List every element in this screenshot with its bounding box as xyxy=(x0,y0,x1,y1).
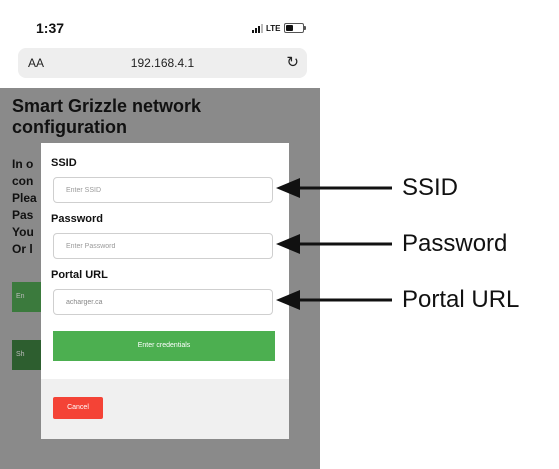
ssid-annotation: SSID xyxy=(402,174,459,201)
password-arrow xyxy=(276,234,392,254)
portal-url-arrow xyxy=(276,290,392,310)
password-annotation: Password xyxy=(402,230,508,257)
ssid-arrow xyxy=(276,178,392,198)
portal-url-annotation: Portal URL xyxy=(402,286,520,313)
